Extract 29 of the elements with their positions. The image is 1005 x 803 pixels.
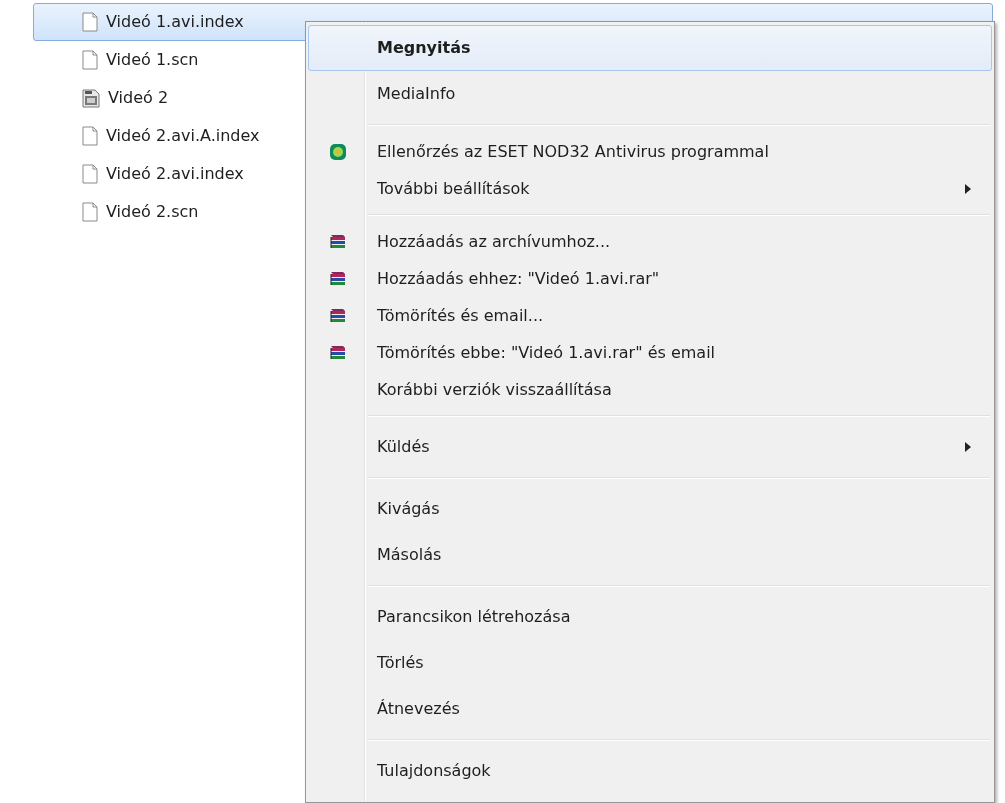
menu-item[interactable]: Tulajdonságok <box>308 748 992 794</box>
menu-item[interactable]: Kivágás <box>308 486 992 532</box>
menu-item[interactable]: Küldés <box>308 424 992 470</box>
menu-item[interactable]: Tömörítés ebbe: "Videó 1.avi.rar" és email <box>308 334 992 371</box>
file-name: Videó 2.avi.A.index <box>106 125 260 147</box>
menu-item[interactable]: Törlés <box>308 640 992 686</box>
file-name: Videó 1.scn <box>106 49 199 71</box>
books-icon <box>329 232 347 251</box>
shield-icon <box>329 142 347 161</box>
document-icon <box>82 164 98 184</box>
menu-item[interactable]: Tömörítés és email... <box>308 297 992 334</box>
video-file-icon <box>82 88 100 108</box>
menu-item[interactable]: Megnyitás <box>308 25 992 71</box>
books-icon <box>329 306 347 325</box>
menu-item[interactable]: Korábbi verziók visszaállítása <box>308 371 992 408</box>
file-name: Videó 1.avi.index <box>106 11 244 33</box>
document-icon <box>82 202 98 222</box>
menu-item[interactable]: Hozzáadás ehhez: "Videó 1.avi.rar" <box>308 260 992 297</box>
books-icon <box>329 269 347 288</box>
menu-item[interactable]: Átnevezés <box>308 686 992 732</box>
menu-item[interactable]: Másolás <box>308 532 992 578</box>
books-icon <box>329 343 347 362</box>
document-icon <box>82 12 98 32</box>
file-name: Videó 2.avi.index <box>106 163 244 185</box>
menu-item[interactable]: Parancsikon létrehozása <box>308 594 992 640</box>
document-icon <box>82 126 98 146</box>
file-name: Videó 2.scn <box>106 201 199 223</box>
document-icon <box>82 50 98 70</box>
file-name: Videó 2 <box>108 87 169 109</box>
